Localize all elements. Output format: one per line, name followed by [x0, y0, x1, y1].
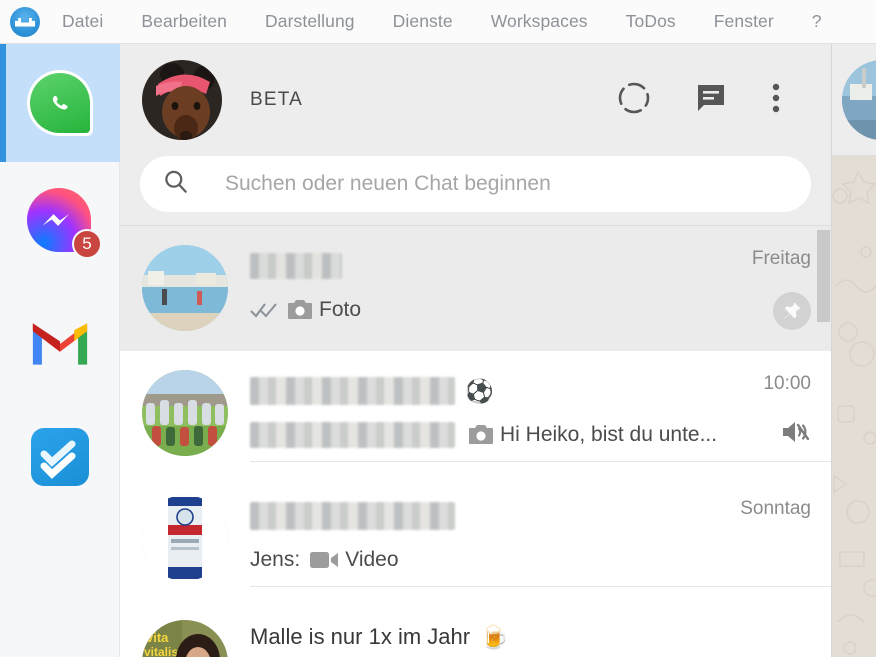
service-sidebar: WhatsApp 5 Messenger Gmail — [0, 44, 120, 657]
menu-todos[interactable]: ToDos — [626, 11, 676, 32]
menu-bearbeiten[interactable]: Bearbeiten — [141, 11, 227, 32]
chat-list[interactable]: Freitag Foto ⚽ 10:00 Hi Heiko, bist du u… — [120, 226, 831, 657]
avatar: vita vitalis — [142, 620, 228, 657]
search-icon — [162, 168, 189, 200]
contact-name-redacted — [250, 377, 455, 405]
camera-icon — [469, 425, 493, 445]
avatar — [142, 245, 228, 331]
row-content: Malle is nur 1x im Jahr 🍺 — [250, 615, 831, 657]
status-icon[interactable] — [617, 81, 651, 120]
row-content: Sonntag Jens: Video — [250, 490, 831, 587]
contact-name: Malle is nur 1x im Jahr — [250, 624, 471, 649]
contact-name-redacted — [250, 502, 455, 530]
conversation-wallpaper — [832, 156, 876, 657]
sidebar-item-gmail[interactable]: Gmail — [0, 280, 120, 398]
messenger-icon: 5 Messenger — [27, 188, 102, 259]
menu-dienste[interactable]: Dienste — [393, 11, 453, 32]
avatar — [142, 495, 228, 581]
menu-hilfe[interactable]: ? — [812, 11, 822, 32]
wallpaper-doodle-pattern — [832, 170, 876, 655]
header-actions — [617, 81, 809, 120]
sidebar-item-todoist[interactable]: Todoist — [0, 398, 120, 516]
chat-snippet: Hi Heiko, bist du unte... — [500, 423, 718, 446]
menu-datei[interactable]: Datei — [62, 11, 103, 32]
chat-snippet: Video — [345, 548, 399, 571]
mute-icon — [781, 419, 811, 450]
new-chat-icon[interactable] — [695, 82, 727, 119]
row-content: Freitag Foto — [250, 240, 831, 330]
avatar — [142, 370, 228, 456]
beer-mug-emoji: 🍺 — [480, 623, 509, 650]
chat-list-header: BETA — [120, 44, 831, 156]
sidebar-item-whatsapp[interactable]: WhatsApp — [0, 44, 120, 162]
search-area: Suchen oder neuen Chat beginnen — [120, 156, 831, 225]
menu-dots-icon[interactable] — [771, 82, 781, 119]
camera-icon — [288, 300, 312, 320]
profile-avatar[interactable] — [142, 60, 222, 140]
row-content: ⚽ 10:00 Hi Heiko, bist du unte... — [250, 365, 831, 462]
franz-app-icon[interactable] — [10, 6, 40, 37]
search-input[interactable]: Suchen oder neuen Chat beginnen — [140, 156, 811, 212]
svg-text:vita: vita — [146, 630, 169, 645]
conversation-header — [832, 44, 876, 156]
scrollbar-thumb[interactable] — [817, 230, 830, 322]
conversation-panel — [832, 44, 876, 657]
pin-icon[interactable] — [773, 292, 811, 330]
gmail-icon: Gmail — [27, 306, 93, 372]
menu-workspaces[interactable]: Workspaces — [491, 11, 588, 32]
sender-name-redacted — [250, 422, 455, 448]
todoist-icon: Todoist — [27, 424, 93, 490]
table-row[interactable]: Sonntag Jens: Video — [120, 476, 831, 601]
soccer-ball-emoji: ⚽ — [465, 377, 494, 404]
chat-snippet: Foto — [319, 298, 362, 321]
chat-list-scrollbar[interactable] — [817, 226, 830, 627]
table-row[interactable]: Freitag Foto — [120, 226, 831, 351]
menu-fenster[interactable]: Fenster — [714, 11, 774, 32]
search-placeholder: Suchen oder neuen Chat beginnen — [225, 172, 551, 195]
chat-list-panel: BETA Suchen oder neuen Chat beginnen Fre… — [120, 44, 832, 657]
whatsapp-icon: WhatsApp — [27, 70, 93, 136]
video-icon — [310, 550, 339, 570]
chat-timestamp: 10:00 — [763, 373, 811, 394]
table-row[interactable]: ⚽ 10:00 Hi Heiko, bist du unte... — [120, 351, 831, 476]
page-title: BETA — [250, 89, 304, 110]
menu-darstellung[interactable]: Darstellung — [265, 11, 355, 32]
contact-name-redacted — [250, 253, 342, 279]
menu-bar: Datei Bearbeiten Darstellung Dienste Wor… — [0, 0, 876, 44]
conversation-avatar[interactable] — [842, 59, 876, 140]
svg-text:vitalis: vitalis — [144, 645, 178, 657]
messenger-unread-badge: 5 — [72, 229, 102, 259]
chat-sender: Jens: — [250, 548, 301, 571]
sidebar-item-messenger[interactable]: 5 Messenger — [0, 162, 120, 280]
chat-timestamp: Freitag — [751, 248, 811, 269]
table-row[interactable]: vita vitalis Malle is nur 1x im Jahr 🍺 — [120, 601, 831, 657]
chat-timestamp: Sonntag — [740, 498, 811, 519]
double-check-icon — [250, 301, 280, 319]
